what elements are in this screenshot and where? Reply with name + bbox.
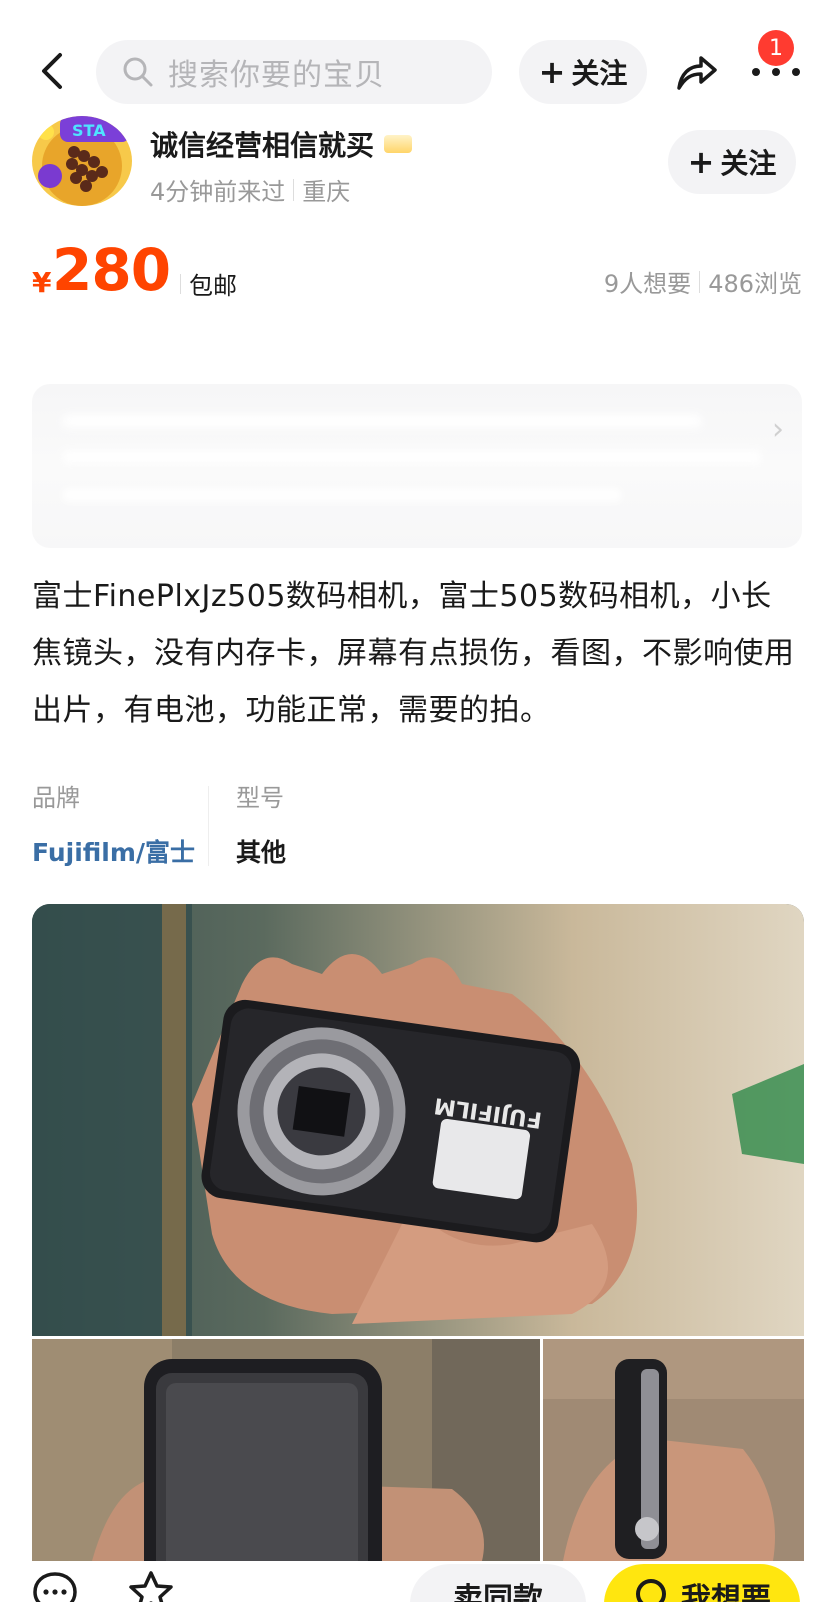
want-button[interactable]: 我想要: [604, 1564, 800, 1602]
chevron-right-icon: ›: [772, 412, 784, 447]
divider: [208, 786, 209, 866]
price: 280: [52, 236, 171, 304]
seller-name-text: 诚信经营相信就买: [150, 129, 375, 162]
back-button[interactable]: [30, 48, 76, 94]
views-count: 486浏览: [708, 270, 802, 298]
item-description: 富士FinePlxJz505数码相机，富士505数码相机，小长焦镜头，没有内存卡…: [32, 579, 795, 728]
follow-button[interactable]: + 关注: [519, 40, 647, 104]
chat-icon: [33, 1572, 77, 1602]
shipping-info: 包邮: [180, 266, 237, 301]
star-icon: [129, 1571, 173, 1602]
follow-seller-button[interactable]: + 关注: [668, 130, 796, 194]
top-bar: 搜索你要的宝贝 + 关注 1: [0, 30, 828, 114]
medal-icon: [384, 135, 413, 153]
product-photo-2[interactable]: [32, 1339, 540, 1561]
param-model-label: 型号: [236, 784, 284, 812]
param-model: 型号 其他: [236, 778, 286, 869]
divider: [180, 273, 181, 294]
plus-icon: +: [687, 143, 715, 181]
blur-line: [62, 488, 622, 502]
seller-location: 重庆: [302, 178, 351, 206]
sell-similar-button[interactable]: 卖同款: [410, 1564, 586, 1602]
favorite-button[interactable]: [128, 1570, 174, 1602]
blur-line: [62, 450, 762, 464]
chat-bubble-icon: [636, 1579, 666, 1602]
divider: [699, 270, 701, 293]
divider: [293, 178, 295, 201]
product-photo-3[interactable]: [543, 1339, 804, 1561]
share-icon: [677, 56, 717, 90]
param-brand[interactable]: 品牌 Fujifilm/富士: [32, 778, 195, 869]
blurred-info-card[interactable]: ›: [32, 384, 802, 548]
follow-label: 关注: [571, 57, 628, 90]
seller-name[interactable]: 诚信经营相信就买: [150, 124, 413, 164]
listing-stats: 9人想要 486浏览: [604, 264, 802, 299]
currency-symbol: ¥: [32, 266, 52, 299]
param-model-value: 其他: [236, 838, 287, 867]
seller-avatar[interactable]: STA: [32, 116, 132, 206]
chevron-left-icon: [42, 53, 62, 89]
plus-icon: +: [538, 53, 566, 91]
more-dot: [772, 68, 780, 76]
chat-button[interactable]: [32, 1570, 78, 1602]
more-dots-icon: [752, 68, 760, 76]
follow-seller-label: 关注: [720, 147, 777, 180]
want-label: 我想要: [681, 1582, 771, 1602]
param-brand-value[interactable]: Fujifilm/富士: [32, 833, 195, 869]
bottom-action-bar: 卖同款 我想要: [0, 1562, 828, 1602]
last-active: 4分钟前来过: [150, 178, 286, 206]
more-dot: [792, 68, 800, 76]
seller-meta: 4分钟前来过 重庆: [150, 172, 350, 207]
svg-text:STA: STA: [72, 121, 106, 140]
seller-info[interactable]: STA 诚信经营相信就买 4分钟前来过 重庆 + 关注: [32, 116, 802, 206]
price-row: ¥ 280 包邮 9人想要 486浏览: [32, 236, 802, 306]
param-brand-label: 品牌: [32, 784, 80, 812]
blur-line: [62, 414, 702, 428]
search-placeholder: 搜索你要的宝贝: [168, 58, 385, 93]
shipping-label: 包邮: [189, 272, 237, 300]
notification-badge: 1: [758, 30, 794, 66]
sell-similar-label: 卖同款: [453, 1582, 543, 1602]
item-params: 品牌 Fujifilm/富士 型号 其他: [32, 778, 802, 868]
product-photo-main[interactable]: FUJIFILM: [32, 904, 804, 1336]
share-button[interactable]: [673, 48, 721, 96]
search-icon: [123, 57, 153, 87]
search-input[interactable]: 搜索你要的宝贝: [96, 40, 492, 104]
wants-count: 9人想要: [603, 270, 692, 298]
